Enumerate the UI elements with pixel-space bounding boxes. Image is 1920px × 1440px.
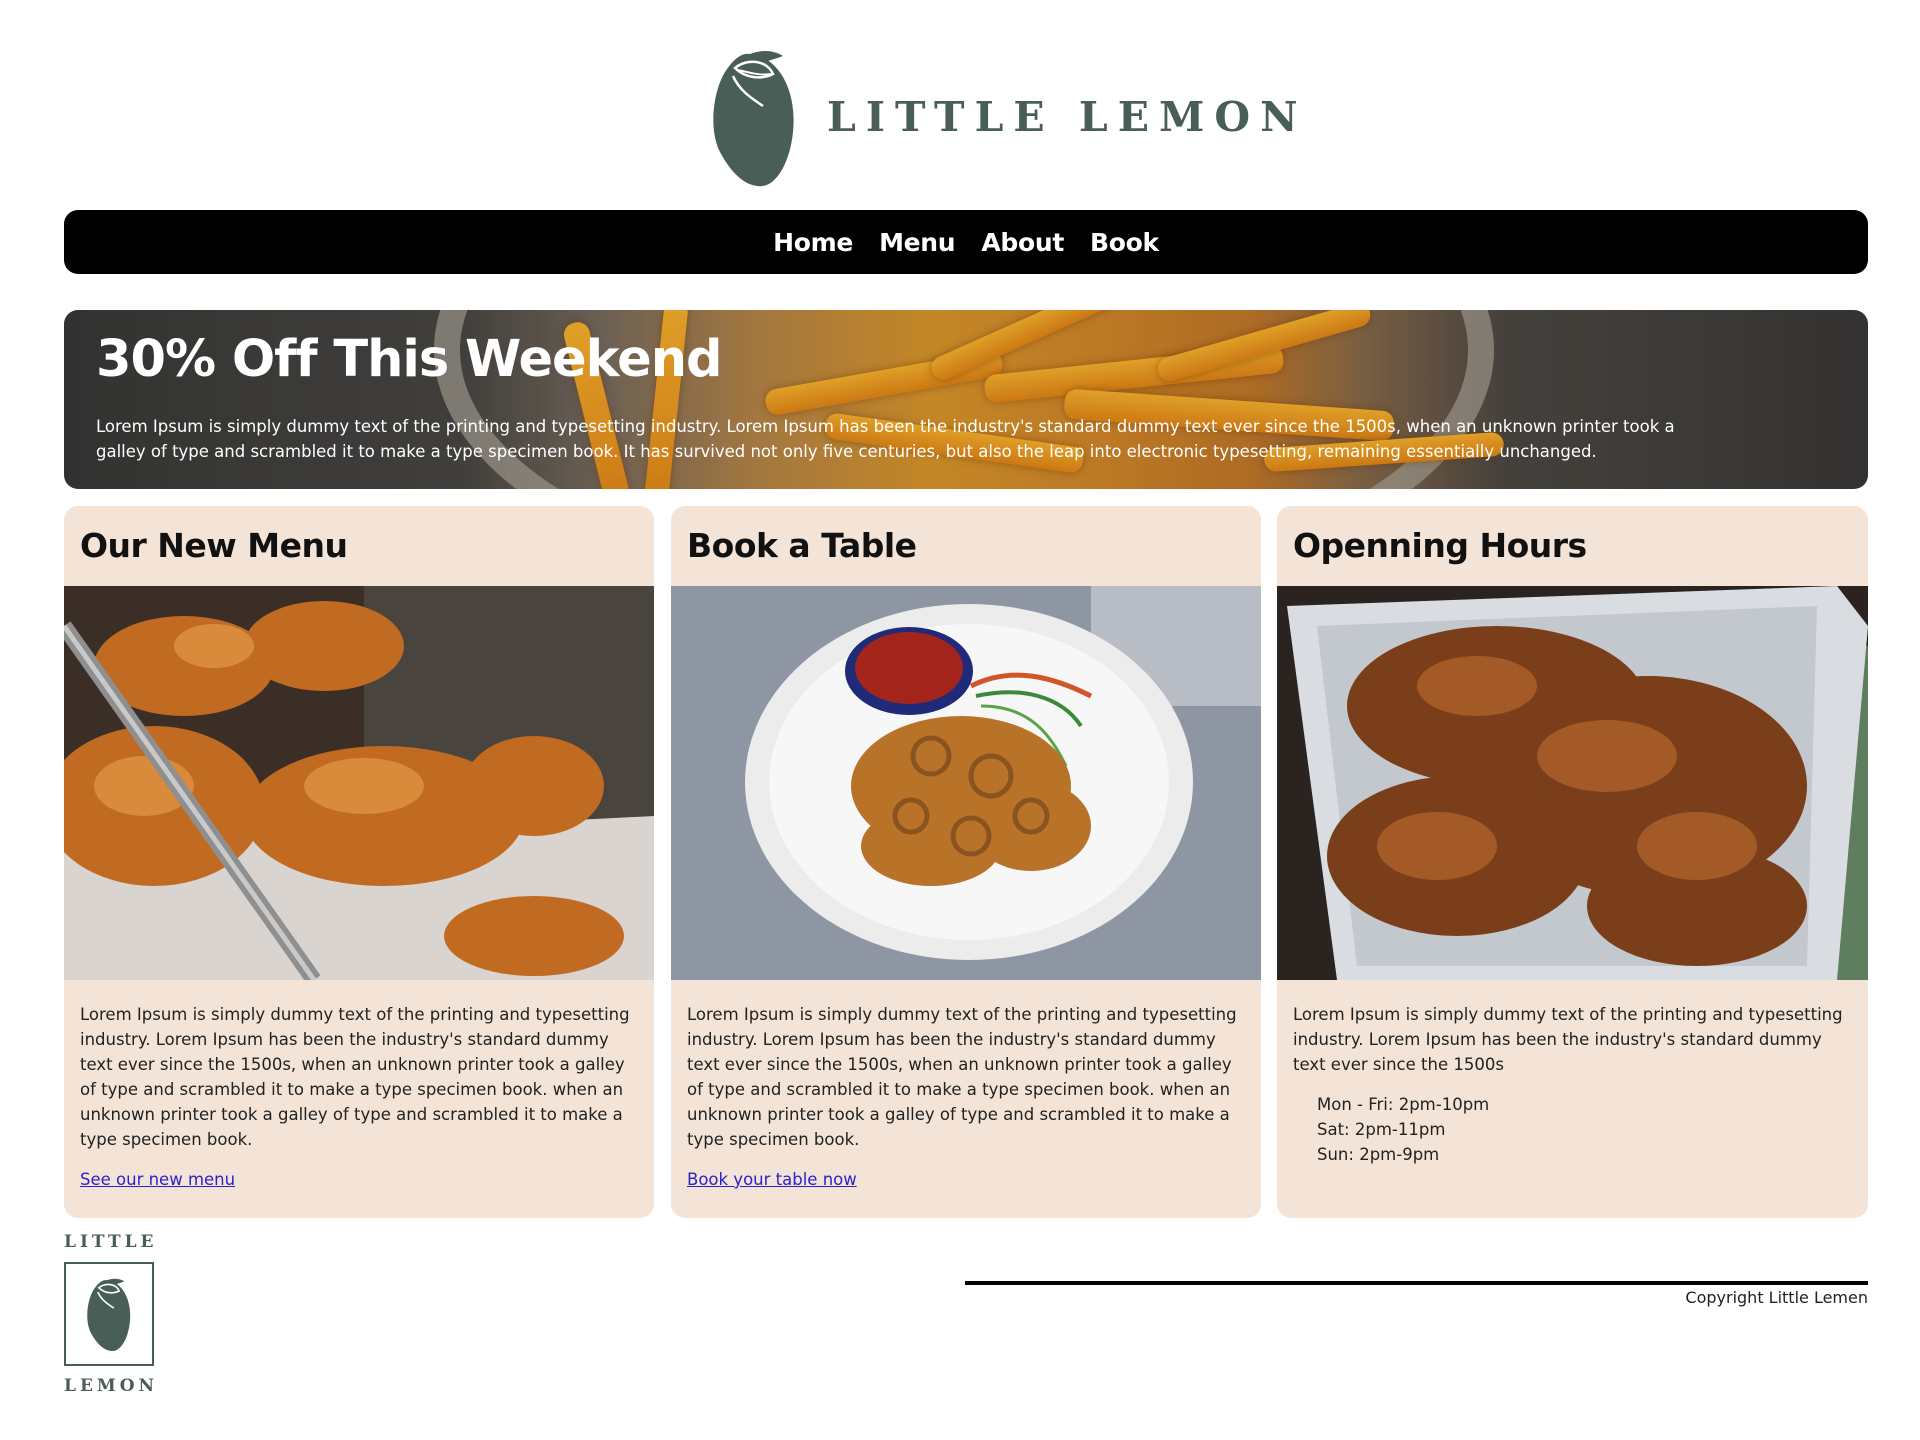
lemon-logo-icon (87, 1278, 131, 1352)
hours-weekday: Mon - Fri: 2pm-10pm (1317, 1095, 1490, 1114)
main-nav: Home Menu About Book (64, 210, 1868, 274)
brand-name: LITTLE LEMON (827, 93, 1308, 141)
card-opening-hours: Openning Hours Lorem Ipsum is simply dum… (1277, 506, 1868, 1218)
opening-hours-list: Mon - Fri: 2pm-10pm Sat: 2pm-11pm Sun: 2… (1293, 1092, 1853, 1167)
footer-logo-box (64, 1262, 154, 1366)
card-book-table: Book a Table Lorem Ipsum is simply dummy… (671, 506, 1261, 1218)
footer-divider (965, 1281, 1868, 1285)
lemon-logo-icon (713, 51, 794, 187)
card-title: Our New Menu (80, 526, 348, 565)
footer-logo-top: LITTLE (64, 1232, 158, 1252)
card-text: Lorem Ipsum is simply dummy text of the … (1293, 1005, 1843, 1074)
card-title: Book a Table (687, 526, 917, 565)
fried-chicken-photo (64, 586, 654, 980)
fried-calamari-photo (671, 586, 1261, 980)
card-text: Lorem Ipsum is simply dummy text of the … (80, 1005, 630, 1149)
card-title: Openning Hours (1293, 526, 1587, 565)
nav-home[interactable]: Home (773, 228, 853, 257)
copyright-text: Copyright Little Lemen (1685, 1288, 1868, 1307)
book-table-link[interactable]: Book your table now (687, 1167, 857, 1192)
header-logo[interactable]: LITTLE LEMON (711, 46, 1308, 188)
hours-saturday: Sat: 2pm-11pm (1317, 1120, 1446, 1139)
card-text: Lorem Ipsum is simply dummy text of the … (687, 1005, 1237, 1149)
card-body: Lorem Ipsum is simply dummy text of the … (80, 1002, 640, 1192)
card-body: Lorem Ipsum is simply dummy text of the … (687, 1002, 1247, 1192)
footer-logo[interactable]: LITTLE LEMON (64, 1232, 156, 1396)
hero-title: 30% Off This Weekend (96, 330, 723, 389)
nav-book[interactable]: Book (1090, 228, 1159, 257)
hours-sunday: Sun: 2pm-9pm (1317, 1145, 1440, 1164)
footer-logo-bottom: LEMON (64, 1376, 159, 1396)
nav-menu[interactable]: Menu (879, 228, 956, 257)
hero-banner: 30% Off This Weekend Lorem Ipsum is simp… (64, 310, 1868, 489)
see-menu-link[interactable]: See our new menu (80, 1167, 235, 1192)
fried-chicken-box-photo (1277, 586, 1868, 980)
hero-text: Lorem Ipsum is simply dummy text of the … (96, 417, 1675, 461)
card-body: Lorem Ipsum is simply dummy text of the … (1293, 1002, 1853, 1167)
nav-about[interactable]: About (981, 228, 1064, 257)
page: LITTLE LEMON Home Menu About Book 30% Of… (0, 0, 1920, 1440)
card-new-menu: Our New Menu Lorem Ipsum is simply dummy… (64, 506, 654, 1218)
